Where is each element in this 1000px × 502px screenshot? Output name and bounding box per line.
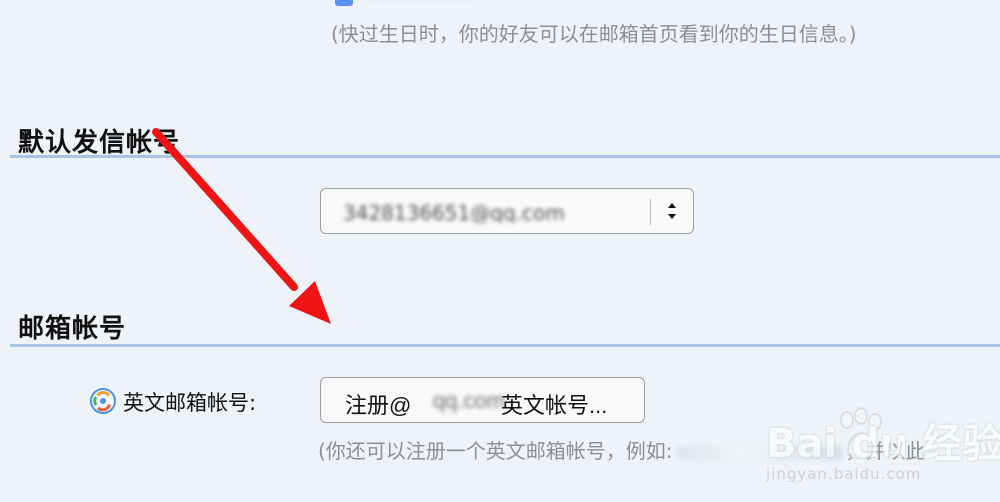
english-hint-prefix: (你还可以注册一个英文邮箱帐号，例如: <box>318 439 673 463</box>
mailbox-account-title: 邮箱帐号 <box>18 314 127 344</box>
watermark-brand: Bai du 经验 <box>766 421 1000 467</box>
register-button-suffix: 英文帐号... <box>501 393 608 418</box>
watermark-url: jingyan.baidu.com <box>766 465 922 483</box>
default-sender-select[interactable]: 3428136651@qq.com <box>320 188 694 234</box>
register-english-account-button[interactable]: 注册@ qq.com 英文帐号... <box>320 377 645 423</box>
baidu-watermark: Bai du 经验 jingyan.baidu.com <box>760 392 1000 502</box>
select-arrows-icon <box>668 203 676 219</box>
birthday-checkbox[interactable] <box>335 0 353 6</box>
register-button-prefix: 注册@ <box>345 393 412 418</box>
select-divider <box>650 199 651 225</box>
default-sender-value: 3428136651@qq.com <box>343 201 565 223</box>
english-account-label: 英文邮箱帐号: <box>123 391 257 415</box>
section-divider <box>10 344 1000 347</box>
default-sender-title: 默认发信帐号 <box>18 128 181 158</box>
birthday-option-row <box>335 0 575 6</box>
birthday-hint: (快过生日时，你的好友可以在邮箱首页看到你的生日信息。) <box>331 22 857 46</box>
section-divider <box>10 155 1000 158</box>
mail-account-icon <box>90 388 116 414</box>
mail-settings-page: (快过生日时，你的好友可以在邮箱首页看到你的生日信息。) 默认发信帐号 3428… <box>0 0 1000 502</box>
